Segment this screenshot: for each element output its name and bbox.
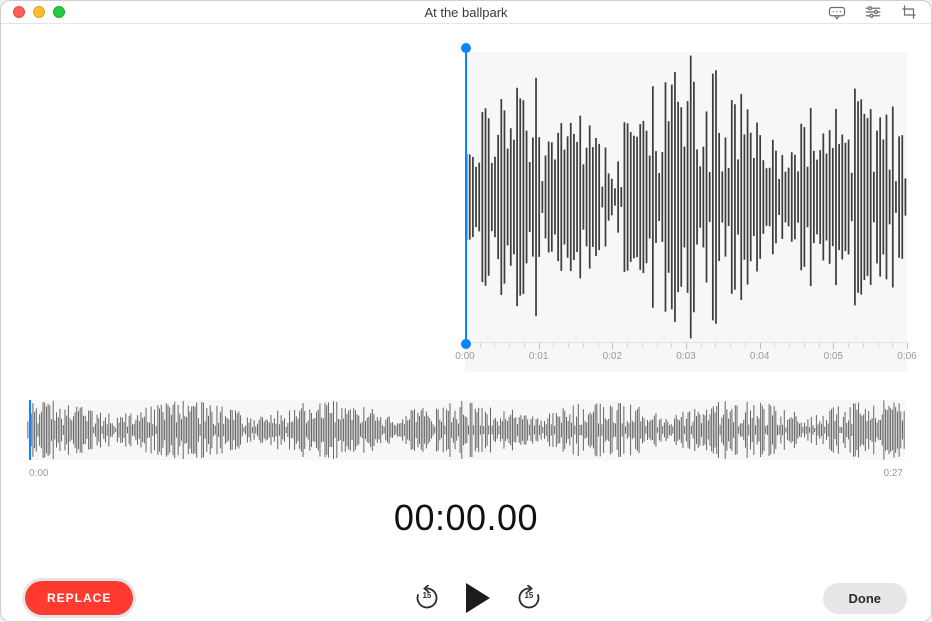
ruler-time-label: 0:04 bbox=[750, 351, 769, 362]
ruler-time-label: 0:02 bbox=[603, 351, 622, 362]
done-button[interactable]: Done bbox=[823, 583, 908, 614]
bottom-controls: REPLACE 15 15 Done bbox=[1, 581, 931, 621]
overview-end-time: 0:27 bbox=[884, 468, 903, 479]
overview-time-labels: 0:00 0:27 bbox=[25, 466, 907, 479]
skip-forward-button[interactable]: 15 bbox=[516, 585, 542, 611]
titlebar: At the ballpark bbox=[1, 1, 931, 24]
detail-waveform bbox=[465, 52, 907, 342]
editor-content: 0:00 0:01 0:02 0:03 0:04 0:05 0:06 0:00 0:27 0… bbox=[1, 24, 931, 581]
transcribe-icon[interactable] bbox=[827, 4, 847, 20]
timecode-display: 00:00.00 bbox=[25, 497, 907, 539]
sliders-icon[interactable] bbox=[863, 4, 883, 20]
detail-waveform-zone: 0:000:010:020:030:040:050:06 bbox=[25, 52, 907, 372]
replace-button[interactable]: REPLACE bbox=[25, 581, 133, 615]
overview-start-time: 0:00 bbox=[29, 468, 48, 479]
close-window-button[interactable] bbox=[13, 6, 25, 18]
skip-back-seconds: 15 bbox=[414, 591, 440, 600]
ruler-time-label: 0:00 bbox=[455, 351, 474, 362]
detail-waveform-track[interactable]: 0:000:010:020:030:040:050:06 bbox=[465, 52, 907, 372]
transport-controls: 15 15 bbox=[133, 583, 822, 613]
ruler-time-label: 0:06 bbox=[897, 351, 916, 362]
minimize-window-button[interactable] bbox=[33, 6, 45, 18]
skip-forward-seconds: 15 bbox=[516, 591, 542, 600]
maximize-window-button[interactable] bbox=[53, 6, 65, 18]
titlebar-toolbar bbox=[827, 4, 919, 20]
app-window: At the ballpark bbox=[0, 0, 932, 622]
ruler-time-label: 0:01 bbox=[529, 351, 548, 362]
ruler-time-label: 0:05 bbox=[824, 351, 843, 362]
overview-playhead[interactable] bbox=[29, 400, 31, 460]
overview-waveform[interactable] bbox=[27, 400, 905, 460]
window-title: At the ballpark bbox=[1, 5, 931, 20]
detail-time-ruler: 0:000:010:020:030:040:050:06 bbox=[465, 342, 907, 366]
play-button[interactable] bbox=[466, 583, 490, 613]
ruler-time-label: 0:03 bbox=[676, 351, 695, 362]
skip-back-button[interactable]: 15 bbox=[414, 585, 440, 611]
window-controls bbox=[13, 6, 65, 18]
crop-icon[interactable] bbox=[899, 4, 919, 20]
